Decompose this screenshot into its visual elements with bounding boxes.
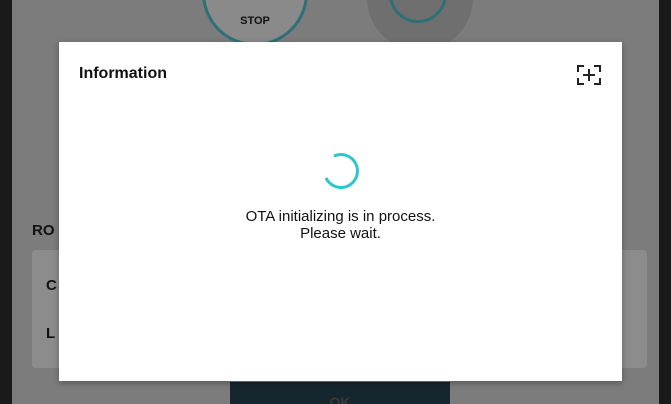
loading-spinner-icon xyxy=(317,147,365,195)
dialog-title: Information xyxy=(79,65,167,82)
stop-button[interactable]: STOP xyxy=(202,0,308,46)
dialog-message: OTA initializing is in process. Please w… xyxy=(59,208,622,242)
message-line-2: Please wait. xyxy=(300,225,381,242)
ok-button[interactable]: OK xyxy=(230,382,450,404)
section-label: RO xyxy=(32,222,55,239)
device-frame: STOP RO C L OK Information OTA initializ… xyxy=(0,0,671,404)
secondary-control-ring xyxy=(389,0,447,23)
information-dialog: Information OTA initializing is in proce… xyxy=(59,42,622,381)
info-row-2-label: L xyxy=(46,325,56,342)
message-line-1: OTA initializing is in process. xyxy=(245,208,436,225)
info-row-1-label: C xyxy=(46,277,57,294)
stop-button-label: STOP xyxy=(240,15,270,27)
expand-icon[interactable] xyxy=(576,64,602,86)
